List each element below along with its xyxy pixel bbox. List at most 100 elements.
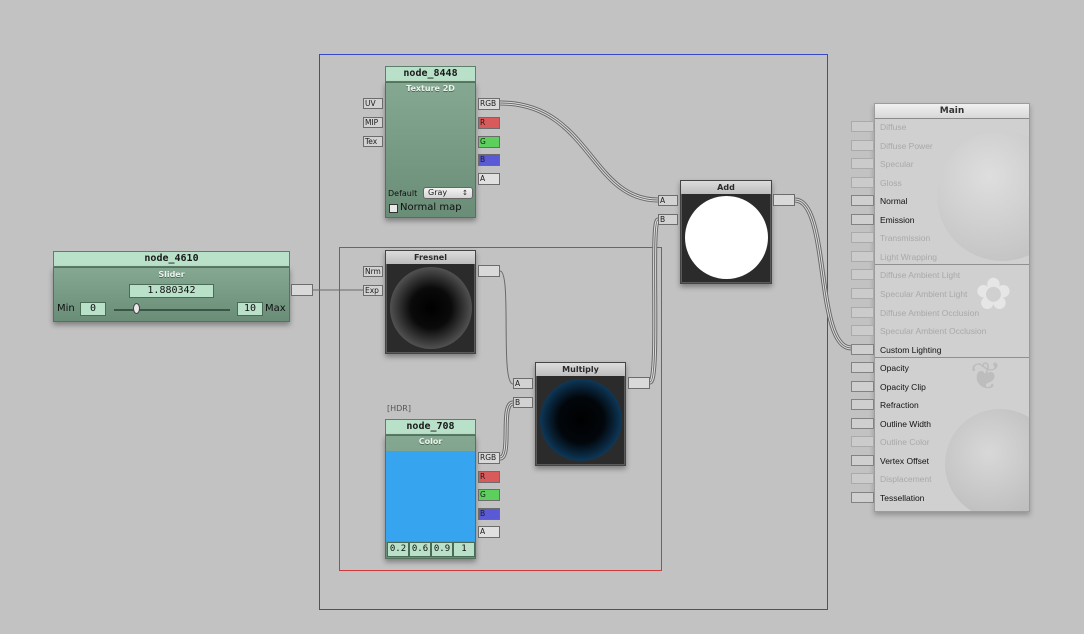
panel-row-label: Emission [880, 214, 915, 225]
fresnel-preview-sphere [390, 267, 472, 349]
normal-map-label: Normal map [400, 202, 462, 213]
panel-row-label: Specular Ambient Occlusion [880, 326, 987, 337]
panel-input-port[interactable] [851, 343, 874, 355]
color-node[interactable]: node_708 Color 0.2 0.6 0.9 1 [385, 419, 476, 559]
color-output-g[interactable]: G [478, 489, 500, 501]
texture-output-rgb[interactable]: RGB [478, 98, 500, 110]
color-output-rgb[interactable]: RGB [478, 452, 500, 464]
color-value-r[interactable]: 0.2 [387, 542, 409, 557]
panel-input-port[interactable] [851, 139, 874, 151]
texture-node-title: node_8448 [385, 66, 476, 82]
texture-input-mip[interactable]: MIP [363, 117, 383, 128]
texture-output-b[interactable]: B [478, 154, 500, 166]
panel-input-port[interactable] [851, 325, 874, 337]
panel-row-label: Outline Width [880, 418, 932, 429]
panel-input-port[interactable] [851, 121, 874, 132]
slider-max-label: Max [265, 303, 286, 314]
panel-row-label: Diffuse Ambient Occlusion [880, 307, 980, 318]
slider-thumb[interactable] [132, 303, 140, 314]
slider-track[interactable] [114, 309, 230, 311]
texture-output-r[interactable]: R [478, 117, 500, 129]
multiply-input-b[interactable]: B [513, 397, 533, 408]
wire-fresnel-to-multiply-a [499, 270, 514, 385]
slider-output-port[interactable] [291, 284, 313, 296]
panel-decor-blob [945, 409, 1029, 511]
texture-input-tex[interactable]: Tex [363, 136, 383, 147]
multiply-preview-sphere [540, 379, 622, 461]
texture-output-g[interactable]: G [478, 136, 500, 148]
color-output-b[interactable]: B [478, 508, 500, 520]
color-value-b[interactable]: 0.9 [431, 542, 453, 557]
texture-node[interactable]: node_8448 Texture 2D Default Gray ↕ Norm… [385, 66, 476, 218]
fresnel-node[interactable]: Fresnel [385, 250, 476, 354]
texture-node-subtitle: Texture 2D [406, 84, 455, 93]
panel-input-port[interactable] [851, 176, 874, 188]
main-panel-title: Main [875, 104, 1029, 119]
panel-decor-leaf-icon-2: ❦ [970, 354, 1002, 398]
slider-min-label: Min [57, 303, 75, 314]
fresnel-input-exp[interactable]: Exp [363, 285, 383, 296]
panel-input-port[interactable] [851, 232, 874, 244]
panel-input-port[interactable] [851, 213, 874, 225]
panel-row-label: Refraction [880, 400, 919, 411]
slider-node-title: node_4610 [53, 251, 290, 267]
texture-default-dropdown[interactable]: Gray ↕ [423, 187, 473, 199]
color-value-g[interactable]: 0.6 [409, 542, 431, 557]
panel-row-label: Specular Ambient Light [880, 288, 968, 299]
color-node-title: node_708 [385, 419, 476, 435]
slider-node[interactable]: node_4610 Slider 1.880342 Min 0 10 Max [53, 251, 290, 323]
panel-input-port[interactable] [851, 492, 874, 503]
fresnel-preview [387, 264, 474, 352]
panel-input-port[interactable] [851, 436, 874, 448]
panel-row-label: Custom Lighting [880, 344, 942, 355]
slider-min-field[interactable]: 0 [80, 302, 106, 316]
main-output-panel[interactable]: ✿ ❦ Main Diffuse Diffuse Power Specular Glo… [874, 103, 1030, 512]
panel-input-port[interactable] [851, 195, 874, 207]
panel-input-port[interactable] [851, 362, 874, 374]
panel-row-label: Diffuse Ambient Light [880, 270, 961, 281]
texture-output-a[interactable]: A [478, 173, 500, 185]
color-node-subtitle: Color [418, 437, 443, 446]
add-node[interactable]: Add [680, 180, 772, 284]
multiply-input-a[interactable]: A [513, 378, 533, 389]
color-output-a[interactable]: A [478, 526, 500, 538]
panel-input-port[interactable] [851, 250, 874, 262]
color-swatch[interactable] [386, 451, 475, 541]
normal-map-checkbox[interactable] [389, 204, 398, 213]
add-preview [682, 194, 770, 282]
panel-decor-leaf-icon: ✿ [975, 269, 1012, 320]
panel-input-port[interactable] [851, 380, 874, 392]
panel-input-port[interactable] [851, 417, 874, 429]
panel-decor-sphere [937, 131, 1029, 261]
add-node-title: Add [681, 181, 771, 194]
multiply-node-title: Multiply [536, 363, 625, 376]
panel-input-port[interactable] [851, 306, 874, 318]
fresnel-node-title: Fresnel [386, 251, 475, 264]
multiply-node[interactable]: Multiply [535, 362, 626, 466]
panel-input-port[interactable] [851, 287, 874, 299]
texture-node-body: Texture 2D Default Gray ↕ Normal map [385, 82, 476, 218]
panel-separator-2 [875, 357, 1029, 358]
slider-value-field[interactable]: 1.880342 [129, 284, 214, 298]
panel-input-port[interactable] [851, 158, 874, 170]
color-hdr-tag: [HDR] [387, 404, 411, 413]
add-output-port[interactable] [773, 194, 795, 206]
slider-max-field[interactable]: 10 [237, 302, 263, 316]
panel-row-label: Vertex Offset [880, 455, 929, 466]
panel-row-label: Displacement [880, 474, 932, 485]
fresnel-output-port[interactable] [478, 265, 500, 277]
panel-input-port[interactable] [851, 473, 874, 485]
panel-input-port[interactable] [851, 269, 874, 281]
add-input-a[interactable]: A [658, 195, 678, 206]
multiply-output-port[interactable] [628, 377, 650, 389]
add-input-b[interactable]: B [658, 214, 678, 225]
texture-input-uv[interactable]: UV [363, 98, 383, 109]
panel-row-label: Opacity [880, 363, 909, 374]
panel-input-port[interactable] [851, 454, 874, 466]
panel-row-label: Diffuse [880, 122, 907, 132]
panel-input-port[interactable] [851, 399, 874, 411]
fresnel-input-nrm[interactable]: Nrm [363, 266, 383, 277]
color-value-a[interactable]: 1 [453, 542, 475, 557]
color-output-r[interactable]: R [478, 471, 500, 483]
panel-row-label: Tessellation [880, 493, 925, 503]
